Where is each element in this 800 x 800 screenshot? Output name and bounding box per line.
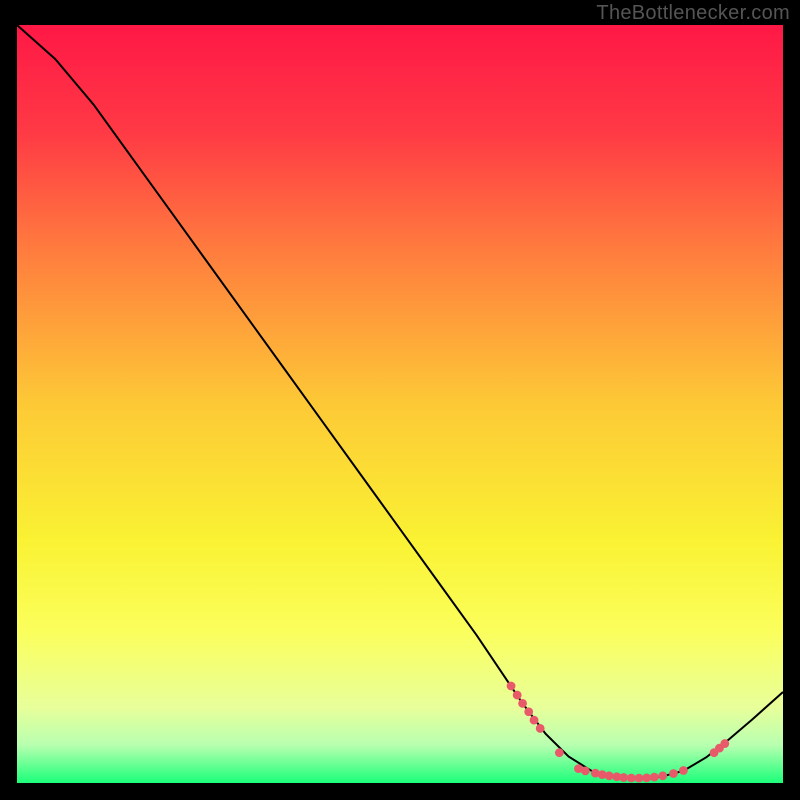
watermark-text: TheBottlenecker.com: [596, 2, 790, 25]
gradient-background: [17, 25, 783, 783]
curve-marker: [513, 691, 522, 700]
curve-marker: [530, 716, 539, 725]
curve-marker: [581, 766, 590, 775]
curve-marker: [658, 771, 667, 780]
curve-marker: [518, 699, 527, 708]
curve-marker: [650, 773, 659, 782]
bottleneck-curve-chart: [17, 25, 783, 783]
curve-marker: [627, 774, 636, 783]
curve-marker: [679, 766, 688, 775]
curve-marker: [524, 707, 533, 716]
curve-marker: [720, 739, 729, 748]
curve-marker: [536, 724, 545, 733]
curve-marker: [605, 771, 614, 780]
curve-marker: [642, 773, 651, 782]
curve-marker: [555, 748, 564, 757]
curve-marker: [507, 682, 516, 691]
curve-marker: [619, 773, 628, 782]
plot-area: [17, 25, 783, 783]
chart-frame: TheBottlenecker.com: [0, 0, 800, 800]
curve-marker: [635, 774, 644, 783]
curve-marker: [669, 769, 678, 778]
